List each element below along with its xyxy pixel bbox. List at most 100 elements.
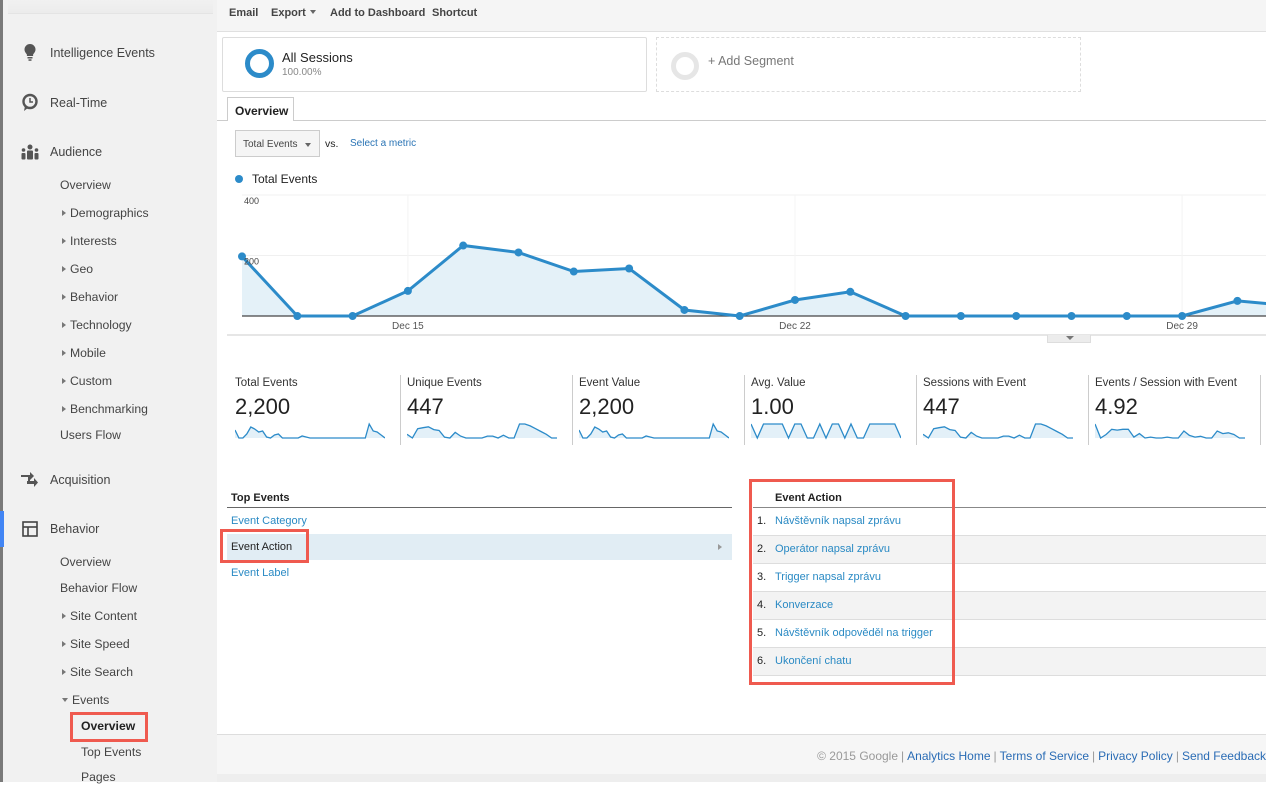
sidebar-subitem-geo[interactable]: Geo (62, 261, 93, 277)
metric-card[interactable]: Unique Events 447 (401, 375, 573, 447)
top-events-header: Top Events (227, 490, 732, 508)
sidebar-subitem-technology[interactable]: Technology (62, 317, 132, 333)
sidebar-item-real-time[interactable]: Real-Time (3, 91, 217, 115)
select-a-metric-link[interactable]: Select a metric (350, 138, 416, 149)
metric-card[interactable]: Avg. Value 1.00 (745, 375, 917, 447)
footer: © 2015 Google | Analytics Home | Terms of Se… (217, 734, 1266, 774)
sidebar-item-behavior[interactable]: Behavior (0, 511, 217, 547)
metrics-row: Total Events 2,200 Unique Events 447 Event V… (229, 375, 1266, 447)
sidebar-subitem-label: Events (72, 693, 110, 707)
sidebar-subitem-demographics[interactable]: Demographics (62, 205, 149, 221)
lightbulb-icon (20, 43, 40, 63)
metric-card[interactable]: Event Value 2,200 (573, 375, 745, 447)
metric-card[interactable]: Events / Session with Event 4.92 (1089, 375, 1261, 447)
metric-label: Sessions with Event (923, 377, 1026, 389)
expand-arrow-icon (62, 406, 66, 412)
footer-link-terms[interactable]: Terms of Service (1000, 749, 1089, 763)
sidebar-subitem-label: Site Speed (70, 637, 130, 651)
top-events-item-event-label[interactable]: Event Label (227, 560, 732, 586)
sidebar-subitem-top-events[interactable]: Top Events (81, 744, 141, 760)
metric-label: Unique Events (407, 377, 482, 389)
data-point[interactable] (293, 312, 302, 320)
data-point[interactable] (403, 286, 412, 295)
data-point[interactable] (680, 305, 689, 314)
data-point[interactable] (791, 295, 799, 304)
add-to-dashboard-button[interactable]: Add to Dashboard (330, 7, 425, 19)
sidebar-subitem-events[interactable]: Events (62, 692, 109, 708)
metric-card[interactable]: Sessions with Event 447 (917, 375, 1089, 447)
segment-percent: 100.00% (282, 67, 322, 78)
data-point[interactable] (1012, 312, 1021, 320)
footer-link-analytics-home[interactable]: Analytics Home (907, 749, 990, 763)
expand-arrow-icon (62, 210, 66, 216)
collapse-arrow-icon (62, 698, 68, 702)
metric-sparkline (751, 422, 901, 440)
data-point[interactable] (569, 267, 578, 276)
data-point[interactable] (735, 312, 744, 320)
expand-arrow-icon (62, 378, 66, 384)
sidebar-subitem-audience-overview[interactable]: Overview (60, 177, 111, 193)
sidebar-item-intelligence-events[interactable]: Intelligence Events (3, 41, 217, 65)
expand-arrow-icon (62, 294, 66, 300)
arrows-icon (20, 470, 40, 490)
sidebar-item-acquisition[interactable]: Acquisition (3, 468, 217, 492)
sidebar-subitem-events-overview[interactable]: Overview (81, 718, 135, 734)
metric-sparkline (923, 423, 1073, 439)
sidebar-item-audience[interactable]: Audience (3, 140, 217, 164)
sidebar-subitem-custom[interactable]: Custom (62, 373, 112, 389)
metric-sparkline (235, 422, 385, 439)
metric-select-value: Total Events (243, 139, 298, 150)
expand-arrow-icon (62, 669, 66, 675)
shortcut-button[interactable]: Shortcut (432, 7, 477, 19)
chart-scroll-handle[interactable] (1047, 335, 1091, 343)
sidebar-subitem-site-search[interactable]: Site Search (62, 664, 133, 680)
x-tick-label: Dec 15 (392, 321, 424, 332)
metric-label: Events / Session with Event (1095, 377, 1237, 389)
sparkline-area (1095, 424, 1245, 438)
segment-ring-icon (671, 52, 699, 80)
sidebar-subitem-behavior-overview[interactable]: Overview (60, 554, 111, 570)
sidebar-subitem-users-flow[interactable]: Users Flow (60, 427, 121, 443)
sidebar-subitem-site-content[interactable]: Site Content (62, 608, 137, 624)
data-point[interactable] (901, 312, 910, 320)
sidebar-subitem-interests[interactable]: Interests (62, 233, 117, 249)
sidebar-subitem-behavior-flow[interactable]: Behavior Flow (60, 580, 137, 596)
data-point[interactable] (514, 248, 523, 257)
data-point[interactable] (459, 241, 468, 250)
data-point[interactable] (956, 312, 965, 320)
data-point[interactable] (1122, 312, 1131, 320)
data-point[interactable] (1178, 312, 1187, 320)
add-segment-button[interactable]: + Add Segment (656, 37, 1081, 92)
sidebar-subitem-benchmarking[interactable]: Benchmarking (62, 401, 148, 417)
data-point[interactable] (1233, 296, 1242, 305)
footer-link-privacy[interactable]: Privacy Policy (1098, 749, 1173, 763)
x-tick-label: Dec 29 (1166, 321, 1198, 332)
data-point[interactable] (625, 264, 634, 273)
sidebar-subitem-pages[interactable]: Pages (81, 769, 116, 785)
sidebar-subitem-label: Custom (70, 374, 112, 388)
sidebar-subitem-mobile[interactable]: Mobile (62, 345, 106, 361)
sidebar-subitem-behavior[interactable]: Behavior (62, 289, 118, 305)
sidebar-top-shade (8, 0, 213, 14)
tab-overview[interactable]: Overview (227, 97, 294, 121)
email-button[interactable]: Email (229, 7, 258, 19)
copyright-text: © 2015 Google (817, 749, 899, 763)
sidebar-subitem-site-speed[interactable]: Site Speed (62, 636, 130, 652)
footer-link-send-feedback[interactable]: Send Feedback (1182, 749, 1266, 763)
sidebar-subitem-label: Behavior Flow (60, 581, 138, 595)
top-events-item-label: Event Category (231, 515, 307, 527)
metric-value: 4.92 (1095, 394, 1138, 419)
metric-sparkline (1095, 423, 1245, 439)
export-button[interactable]: Export (271, 7, 316, 19)
sidebar-subitem-label: Mobile (70, 346, 106, 360)
metric-select-dropdown[interactable]: Total Events (235, 130, 320, 157)
metric-label: Event Value (579, 377, 641, 389)
metric-card[interactable]: Total Events 2,200 (229, 375, 401, 447)
sidebar-item-label: Audience (50, 145, 103, 159)
chart-area (242, 245, 1266, 316)
data-point[interactable] (1067, 312, 1076, 320)
data-point[interactable] (846, 287, 855, 296)
expand-arrow-icon (62, 613, 66, 619)
segment-all-sessions[interactable]: All Sessions 100.00% (222, 37, 647, 92)
data-point[interactable] (348, 312, 357, 320)
